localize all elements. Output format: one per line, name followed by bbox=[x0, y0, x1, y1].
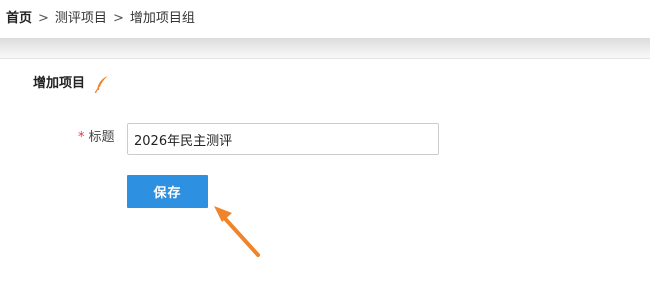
toolbar-band bbox=[0, 38, 650, 59]
breadcrumb-separator: > bbox=[38, 11, 49, 26]
title-field-label: * 标题 bbox=[78, 129, 115, 147]
title-label-text: 标题 bbox=[88, 130, 115, 145]
page: 首页 > 测评项目 > 增加项目组 增加项目 *标题 保存 bbox=[0, 0, 650, 300]
form-heading: 增加项目 bbox=[33, 76, 86, 91]
title-input[interactable] bbox=[127, 123, 439, 155]
breadcrumb-separator: > bbox=[112, 11, 124, 26]
breadcrumb-section[interactable]: 测评项目 bbox=[55, 11, 107, 26]
feather-pen-icon bbox=[94, 75, 110, 94]
breadcrumb: 首页 > 测评项目 > 增加项目组 bbox=[6, 10, 195, 28]
required-marker: * bbox=[78, 130, 85, 145]
arrow-pointer-icon bbox=[210, 203, 266, 259]
save-button[interactable]: 保存 bbox=[127, 175, 208, 208]
breadcrumb-current: 增加项目组 bbox=[129, 11, 195, 26]
breadcrumb-home[interactable]: 首页 bbox=[6, 11, 32, 26]
